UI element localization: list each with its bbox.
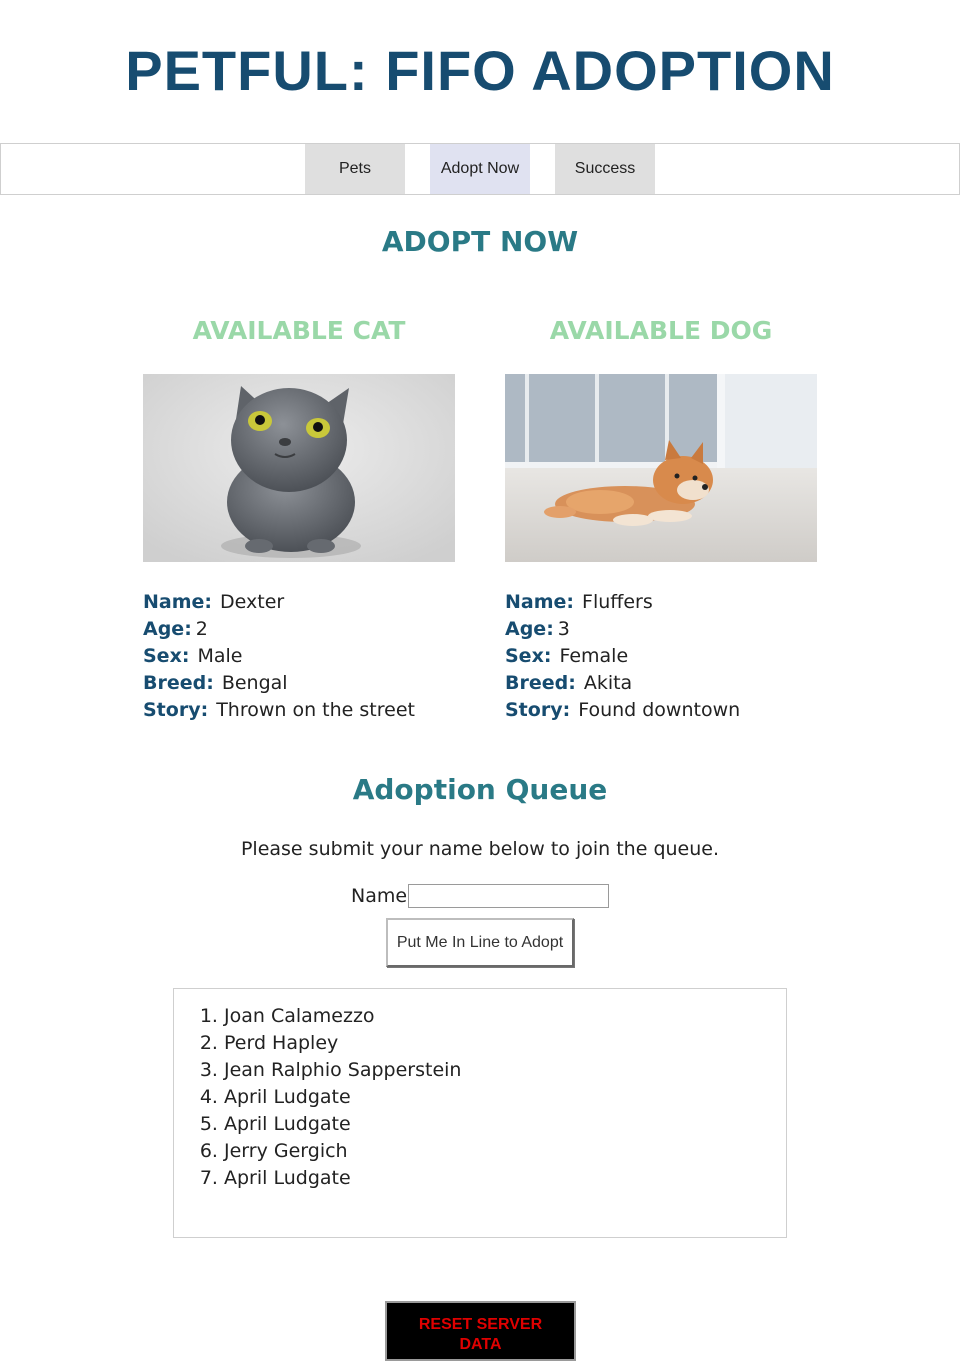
- dog-breed-value: Akita: [583, 672, 633, 694]
- cat-details: Name: Dexter Age: 2 Sex: Male Breed: Bengal …: [143, 589, 503, 724]
- available-dog-card: AVAILABLE DOG Name: Fluffers Age: 3 Sex:…: [505, 314, 817, 721]
- nav-tab-success[interactable]: Success: [555, 144, 655, 194]
- reset-server-data-button[interactable]: RESET SERVER DATA: [385, 1301, 576, 1361]
- dog-story-value: Found downtown: [578, 699, 741, 721]
- join-queue-button[interactable]: Put Me In Line to Adopt: [386, 918, 574, 967]
- dog-details: Name: Fluffers Age: 3 Sex: Female Breed: Aki…: [505, 589, 865, 724]
- nav-tab-adopt-now[interactable]: Adopt Now: [430, 144, 530, 194]
- queue-item: Joan Calamezzo: [224, 1003, 786, 1030]
- nav-tab-pets[interactable]: Pets: [305, 144, 405, 194]
- dog-photo: [505, 374, 817, 562]
- dog-breed-label: Breed:: [505, 672, 576, 694]
- cat-story-value: Thrown on the street: [216, 699, 415, 721]
- available-cat-card: AVAILABLE CAT Name: Dexter Age: 2 Sex: M…: [143, 314, 455, 721]
- cat-sex-value: Male: [197, 645, 243, 667]
- page-heading: ADOPT NOW: [381, 225, 579, 258]
- queue-item: April Ludgate: [224, 1084, 786, 1111]
- adoption-queue-heading: Adoption Queue: [352, 773, 608, 806]
- dog-sex-label: Sex:: [505, 645, 552, 667]
- dog-age-label: Age:: [505, 618, 554, 640]
- cat-sex-label: Sex:: [143, 645, 190, 667]
- dog-name-label: Name:: [505, 591, 575, 613]
- cat-breed-value: Bengal: [221, 672, 288, 694]
- queue-item: Jerry Gergich: [224, 1138, 786, 1165]
- cat-name-label: Name:: [143, 591, 213, 613]
- cat-story-label: Story:: [143, 699, 209, 721]
- queue-item: Perd Hapley: [224, 1030, 786, 1057]
- name-label: Name:: [351, 885, 414, 907]
- name-input[interactable]: [408, 884, 609, 908]
- dog-age-value: 3: [557, 618, 570, 640]
- available-dog-heading: AVAILABLE DOG: [549, 316, 773, 345]
- queue-instructions: Please submit your name below to join th…: [240, 838, 720, 860]
- dog-story-label: Story:: [505, 699, 571, 721]
- cat-name-value: Dexter: [220, 591, 285, 613]
- cat-photo: [143, 374, 455, 562]
- site-title: PETFUL: FIFO ADOPTION: [125, 39, 835, 102]
- queue-item: April Ludgate: [224, 1165, 786, 1192]
- cat-age-value: 2: [195, 618, 208, 640]
- available-cat-heading: AVAILABLE CAT: [192, 316, 406, 345]
- dog-sex-value: Female: [559, 645, 629, 667]
- dog-name-value: Fluffers: [582, 591, 653, 613]
- queue-list-box: Joan Calamezzo Perd Hapley Jean Ralphio …: [173, 988, 787, 1238]
- queue-list: Joan Calamezzo Perd Hapley Jean Ralphio …: [174, 989, 786, 1192]
- main-nav: Pets Adopt Now Success: [0, 143, 960, 195]
- cat-age-label: Age:: [143, 618, 192, 640]
- cat-breed-label: Breed:: [143, 672, 214, 694]
- queue-item: April Ludgate: [224, 1111, 786, 1138]
- queue-item: Jean Ralphio Sapperstein: [224, 1057, 786, 1084]
